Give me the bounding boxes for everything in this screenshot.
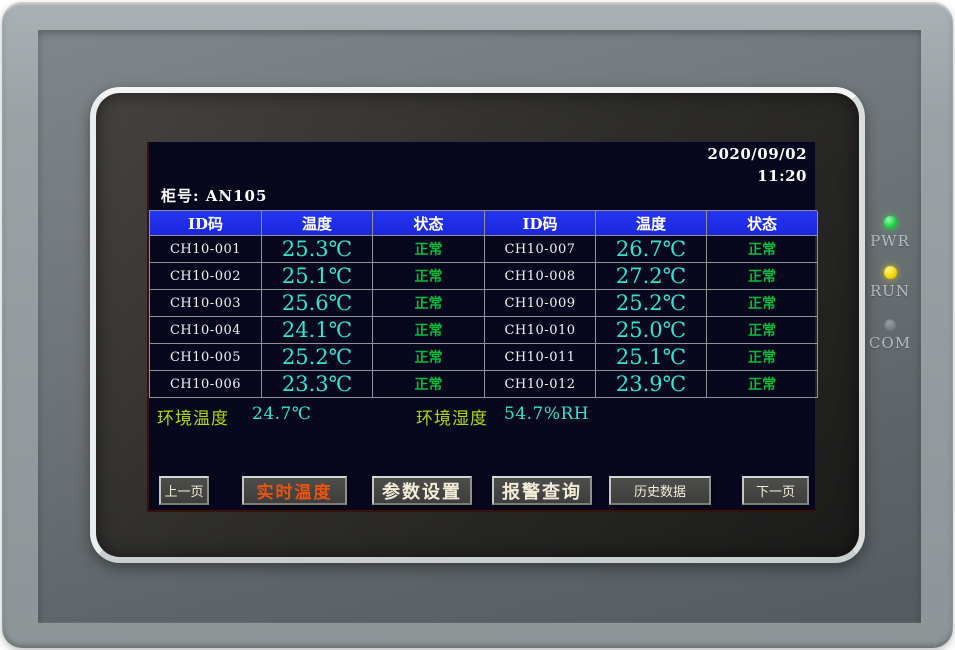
time-readout: 11:20 xyxy=(757,167,807,185)
table-cell-id: CH10-012 xyxy=(485,371,596,398)
com-led-label: COM xyxy=(860,334,920,352)
date-readout: 2020/09/02 xyxy=(708,145,807,163)
table-cell-temp: 25.6℃ xyxy=(262,290,373,317)
table-cell-status: 正常 xyxy=(373,290,485,317)
table-cell-status: 正常 xyxy=(373,371,485,398)
table-cell-status: 正常 xyxy=(707,371,818,398)
table-cell-id: CH10-006 xyxy=(150,371,262,398)
table-cell-status: 正常 xyxy=(373,236,485,263)
pwr-led-indicator xyxy=(884,216,897,229)
table-cell-id: CH10-004 xyxy=(150,317,262,344)
led-block-run: RUN xyxy=(860,266,920,300)
led-block-com: COM xyxy=(860,318,920,352)
history-data-button[interactable]: 历史数据 xyxy=(609,476,711,505)
table-cell-id: CH10-011 xyxy=(485,344,596,371)
touchscreen-display[interactable]: 2020/09/02 11:20 柜号: AN105 ID码 温度 状态 ID码… xyxy=(147,142,815,512)
table-cell-id: CH10-010 xyxy=(485,317,596,344)
pwr-led-label: PWR xyxy=(860,232,920,250)
com-led-indicator xyxy=(884,318,897,331)
table-cell-temp: 23.3℃ xyxy=(262,371,373,398)
table-header-cell: 状态 xyxy=(373,211,485,236)
table-header-cell: 状态 xyxy=(707,211,818,236)
next-page-button[interactable]: 下一页 xyxy=(742,476,809,505)
cabinet-id-label: 柜号: AN105 xyxy=(161,185,267,206)
run-led-indicator xyxy=(884,266,897,279)
table-cell-id: CH10-007 xyxy=(485,236,596,263)
prev-page-button[interactable]: 上一页 xyxy=(159,476,209,505)
table-header-cell: ID码 xyxy=(485,211,596,236)
hmi-device-chassis: PWR RUN COM 2020/09/02 11:20 柜号: AN105 I… xyxy=(2,2,953,648)
table-cell-id: CH10-001 xyxy=(150,236,262,263)
table-header-cell: 温度 xyxy=(262,211,373,236)
table-cell-temp: 24.1℃ xyxy=(262,317,373,344)
table-cell-temp: 27.2℃ xyxy=(596,263,707,290)
run-led-label: RUN xyxy=(860,282,920,300)
table-cell-status: 正常 xyxy=(707,317,818,344)
realtime-temp-tab-button[interactable]: 实时温度 xyxy=(242,476,347,505)
table-cell-status: 正常 xyxy=(707,344,818,371)
table-cell-id: CH10-003 xyxy=(150,290,262,317)
table-cell-temp: 25.3℃ xyxy=(262,236,373,263)
table-cell-status: 正常 xyxy=(707,263,818,290)
table-cell-status: 正常 xyxy=(373,317,485,344)
temperature-table: ID码 温度 状态 ID码 温度 状态 CH10-001 25.3℃ 正常 CH… xyxy=(149,210,817,398)
table-cell-status: 正常 xyxy=(707,236,818,263)
table-header-cell: 温度 xyxy=(596,211,707,236)
table-cell-temp: 25.2℃ xyxy=(596,290,707,317)
table-cell-status: 正常 xyxy=(373,263,485,290)
table-cell-temp: 25.2℃ xyxy=(262,344,373,371)
ambient-temp-value: 24.7℃ xyxy=(252,404,311,424)
table-cell-id: CH10-008 xyxy=(485,263,596,290)
table-header-cell: ID码 xyxy=(150,211,262,236)
table-cell-status: 正常 xyxy=(373,344,485,371)
table-cell-temp: 25.0℃ xyxy=(596,317,707,344)
ambient-humidity-value: 54.7%RH xyxy=(504,404,589,424)
table-cell-temp: 26.7℃ xyxy=(596,236,707,263)
table-cell-id: CH10-005 xyxy=(150,344,262,371)
alarm-query-button[interactable]: 报警查询 xyxy=(492,476,592,505)
table-cell-temp: 25.1℃ xyxy=(262,263,373,290)
table-cell-temp: 23.9℃ xyxy=(596,371,707,398)
led-block-pwr: PWR xyxy=(860,216,920,250)
table-cell-id: CH10-009 xyxy=(485,290,596,317)
table-cell-id: CH10-002 xyxy=(150,263,262,290)
parameter-settings-button[interactable]: 参数设置 xyxy=(372,476,472,505)
ambient-temp-label: 环境温度 xyxy=(157,404,229,429)
ambient-humidity-label: 环境湿度 xyxy=(416,404,488,429)
table-cell-temp: 25.1℃ xyxy=(596,344,707,371)
table-cell-status: 正常 xyxy=(707,290,818,317)
